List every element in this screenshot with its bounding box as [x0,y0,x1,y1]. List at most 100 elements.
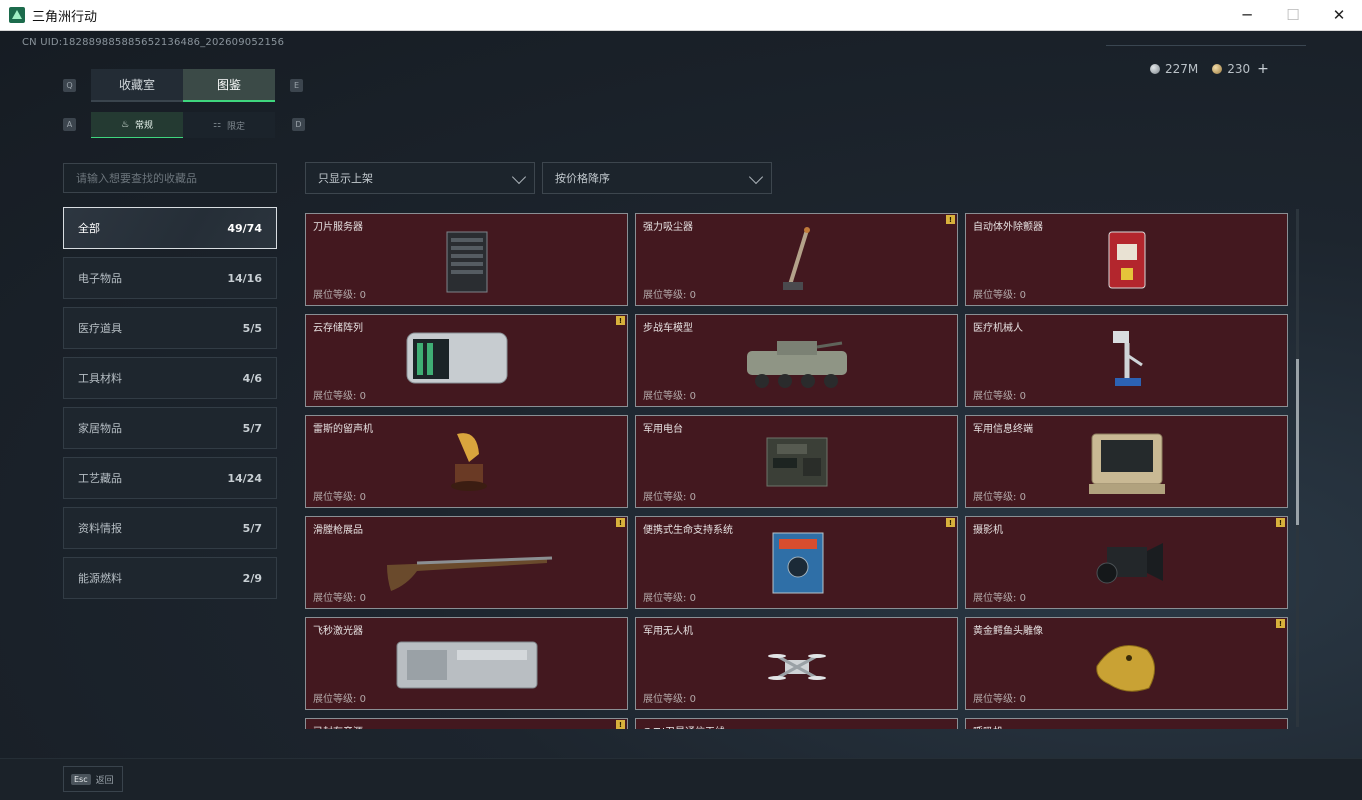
item-level-value: 0 [359,694,366,705]
collection-item-card[interactable]: 自动体外除颤器 展位等级: 0 [965,213,1288,306]
item-name: 黄金鳄鱼头雕像 [973,626,1043,637]
key-hint-q: Q [63,79,76,92]
tab-regular-label: 常规 [135,121,154,131]
collection-item-card[interactable]: G.T.I卫星通信天线 [635,718,958,729]
collection-item-card[interactable]: 云存储阵列 展位等级: 0! [305,314,628,407]
back-button[interactable]: Esc 返回 [63,766,123,792]
collection-item-card[interactable]: 军用信息终端 展位等级: 0 [965,415,1288,508]
collection-item-card[interactable]: 便携式生命支持系统 展位等级: 0! [635,516,958,609]
tab-regular[interactable]: ♨ 常规 [91,112,183,138]
footer-bar: Esc 返回 [0,758,1362,800]
silver-coin-icon [1150,64,1160,74]
item-level: 展位等级: 0 [973,488,1026,503]
collection-item-card[interactable]: 军用电台 展位等级: 0 [635,415,958,508]
item-level-label: 展位等级: [313,290,357,301]
grid-scrollbar[interactable] [1296,209,1299,727]
category-fuel[interactable]: 能源燃料 2/9 [63,557,277,599]
item-name: 摄影机 [973,525,1003,536]
gramophone-icon [450,433,487,491]
item-level: 展位等级: 0 [313,286,366,301]
item-name: 军用无人机 [643,626,693,637]
laser-icon [396,641,537,689]
key-hint-a: A [63,118,76,131]
item-level: 展位等级: 0 [643,387,696,402]
sort-dropdown[interactable]: 按价格降序 [542,162,772,194]
terminal-icon [1088,433,1165,494]
game-viewport: CN UID:1828898858856521364​86_2026090521… [0,31,1362,800]
ifv-model-icon [746,341,847,388]
item-level-value: 0 [1019,391,1026,402]
item-name: 云存储阵列 [313,323,363,334]
item-level-value: 0 [1019,492,1026,503]
collection-item-card[interactable]: 摄影机 展位等级: 0! [965,516,1288,609]
item-level-label: 展位等级: [973,492,1017,503]
tab-limited[interactable]: ⚏ 限定 [183,112,275,138]
collection-item-card[interactable]: 医疗机械人 展位等级: 0 [965,314,1288,407]
collection-item-card[interactable]: 军用无人机 展位等级: 0 [635,617,958,710]
collection-item-card[interactable]: 步战车模型 展位等级: 0 [635,314,958,407]
collection-item-card[interactable]: 雷斯的留声机 展位等级: 0 [305,415,628,508]
shelf-filter-dropdown[interactable]: 只显示上架 [305,162,535,194]
item-level-value: 0 [359,492,366,503]
collection-item-card[interactable]: 飞秒激光器 展位等级: 0 [305,617,628,710]
scrollbar-thumb[interactable] [1296,359,1299,525]
drone-icon [767,654,826,680]
currency-silver: 227M [1150,62,1198,76]
category-tools[interactable]: 工具材料 4/6 [63,357,277,399]
item-level-value: 0 [359,593,366,604]
regular-icon: ♨ [120,119,130,130]
category-electronics[interactable]: 电子物品 14/16 [63,257,277,299]
sort-value: 按价格降序 [555,172,610,185]
category-count: 49/74 [227,221,262,235]
ventilator-icon [1037,727,1217,729]
alert-badge-icon: ! [946,518,955,527]
category-crafts[interactable]: 工艺藏品 14/24 [63,457,277,499]
item-name: 自动体外除颤器 [973,222,1043,233]
category-label: 全部 [78,222,100,235]
antenna-icon [707,727,887,729]
item-level: 展位等级: 0 [313,589,366,604]
camera-icon [1096,543,1163,584]
minimize-button[interactable]: ─ [1224,0,1270,31]
collection-item-card[interactable]: 强力吸尘器 展位等级: 0! [635,213,958,306]
maximize-button[interactable]: ☐ [1270,0,1316,31]
item-level-label: 展位等级: [643,290,687,301]
category-label: 资料情报 [78,522,122,535]
collection-grid-viewport: 刀片服务器 展位等级: 0 强力吸尘器 展位等级: 0! 自动体外除颤器 展位等级: 0云… [305,213,1290,729]
category-intel[interactable]: 资料情报 5/7 [63,507,277,549]
sub-tabs: ♨ 常规 ⚏ 限定 [91,112,275,138]
category-label: 电子物品 [78,272,122,285]
category-count: 2/9 [242,571,262,585]
search-input[interactable] [63,163,277,193]
collection-item-card[interactable]: 黄金鳄鱼头雕像 展位等级: 0! [965,617,1288,710]
item-level-value: 0 [689,694,696,705]
category-count: 14/16 [227,271,262,285]
tab-collection-room[interactable]: 收藏室 [91,69,183,102]
collection-item-card[interactable]: 刀片服务器 展位等级: 0 [305,213,628,306]
item-name: 滑膛枪展品 [313,525,363,536]
category-household[interactable]: 家居物品 5/7 [63,407,277,449]
item-level-value: 0 [689,593,696,604]
collection-item-card[interactable]: 呼吸机 [965,718,1288,729]
collection-grid: 刀片服务器 展位等级: 0 强力吸尘器 展位等级: 0! 自动体外除颤器 展位等级: 0云… [305,213,1290,729]
item-level-label: 展位等级: [313,391,357,402]
category-all[interactable]: 全部 49/74 [63,207,277,249]
alert-badge-icon: ! [1276,619,1285,628]
close-button[interactable]: ✕ [1316,0,1362,31]
item-level: 展位等级: 0 [973,387,1026,402]
window-title: 三角洲行动 [32,8,98,24]
tab-catalog[interactable]: 图鉴 [183,69,275,102]
currency-silver-value: 227M [1165,62,1199,76]
medical-robot-icon [1112,331,1143,386]
collection-item-card[interactable]: 已封存音源! [305,718,628,729]
collection-item-card[interactable]: 滑膛枪展品 展位等级: 0! [305,516,628,609]
add-currency-button[interactable]: + [1257,61,1269,77]
category-count: 14/24 [227,471,262,485]
main-tabs: 收藏室 图鉴 [91,69,275,102]
alert-badge-icon: ! [616,316,625,325]
item-level: 展位等级: 0 [313,488,366,503]
category-medical[interactable]: 医疗道具 5/5 [63,307,277,349]
chevron-down-icon [511,169,527,185]
item-level-value: 0 [1019,694,1026,705]
item-name: 强力吸尘器 [643,222,693,233]
